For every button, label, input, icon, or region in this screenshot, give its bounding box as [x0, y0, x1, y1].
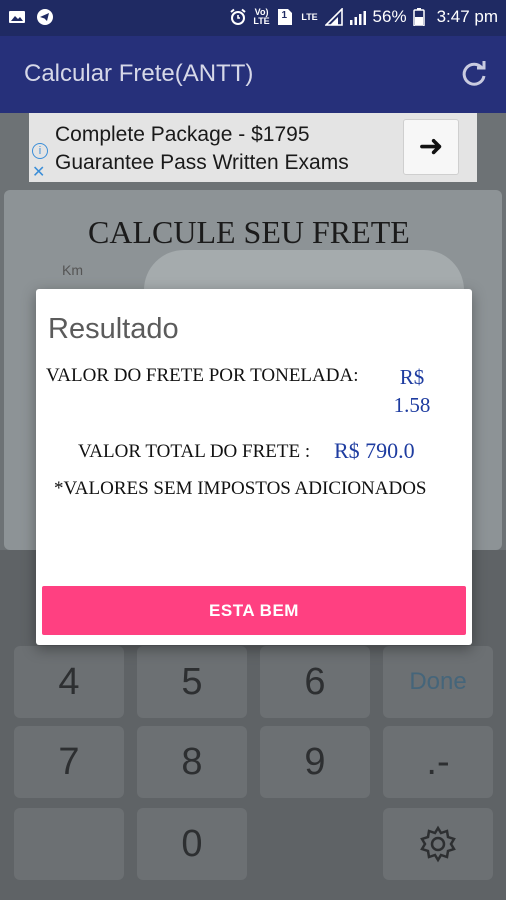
lte-icon: LTE [301, 11, 318, 22]
clock: 3:47 pm [436, 7, 498, 26]
key-4[interactable]: 4 [14, 646, 124, 718]
status-bar: Vo) LTE 1 LTE 56% 3:47 pm [0, 0, 506, 36]
freight-per-ton-label: VALOR DO FRETE POR TONELADA: [46, 365, 359, 386]
taxes-note: *VALORES SEM IMPOSTOS ADICIONADOS [54, 478, 427, 499]
calculator-title: CALCULE SEU FRETE [88, 214, 410, 250]
key-7[interactable]: 7 [14, 726, 124, 798]
freight-per-ton-value: R$ 1.58 [382, 363, 442, 419]
result-dialog: Resultado VALOR DO FRETE POR TONELADA: R… [36, 289, 472, 645]
image-icon [8, 8, 26, 26]
alarm-icon [229, 8, 247, 26]
ad-banner[interactable]: Complete Package - $1795 Guarantee Pass … [29, 113, 477, 182]
refresh-icon[interactable] [460, 60, 488, 88]
freight-per-ton-currency: R$ [399, 365, 425, 389]
dialog-title: Resultado [48, 313, 179, 345]
key-9[interactable]: 9 [260, 726, 370, 798]
total-freight-value: R$ 790.0 [334, 438, 415, 463]
key-blank[interactable] [14, 808, 124, 880]
sim1-icon: 1 [277, 8, 295, 26]
volte-icon: Vo) LTE [253, 7, 270, 26]
telegram-icon [36, 8, 54, 26]
total-freight-label: VALOR TOTAL DO FRETE : [78, 441, 311, 462]
ad-arrow-button[interactable]: ➜ [403, 119, 459, 175]
app-title: Calcular Frete(ANTT) [24, 60, 254, 87]
ad-line1: Complete Package - $1795 [55, 123, 310, 146]
battery-percent: 56% [372, 7, 407, 26]
key-done[interactable]: Done [383, 646, 493, 718]
key-8[interactable]: 8 [137, 726, 247, 798]
ad-close-icon[interactable]: ✕ [32, 162, 45, 182]
ad-text: Complete Package - $1795 Guarantee Pass … [55, 121, 349, 177]
km-label: Km [62, 262, 83, 278]
gear-icon[interactable] [383, 808, 493, 880]
key-6[interactable]: 6 [260, 646, 370, 718]
key-dot-minus[interactable]: .- [383, 726, 493, 798]
ok-button[interactable]: ESTA BEM [42, 586, 466, 635]
app-bar: Calcular Frete(ANTT) [0, 36, 506, 113]
battery-icon [412, 8, 431, 27]
freight-per-ton-amount: 1.58 [393, 393, 431, 417]
sim-label: 1 [281, 10, 288, 21]
key-0[interactable]: 0 [137, 808, 247, 880]
signal-icon [323, 7, 343, 26]
ad-info-icon[interactable]: i [32, 143, 48, 159]
key-5[interactable]: 5 [137, 646, 247, 718]
signal-bars-icon [349, 8, 367, 26]
ad-line2: Guarantee Pass Written Exams [55, 151, 349, 174]
